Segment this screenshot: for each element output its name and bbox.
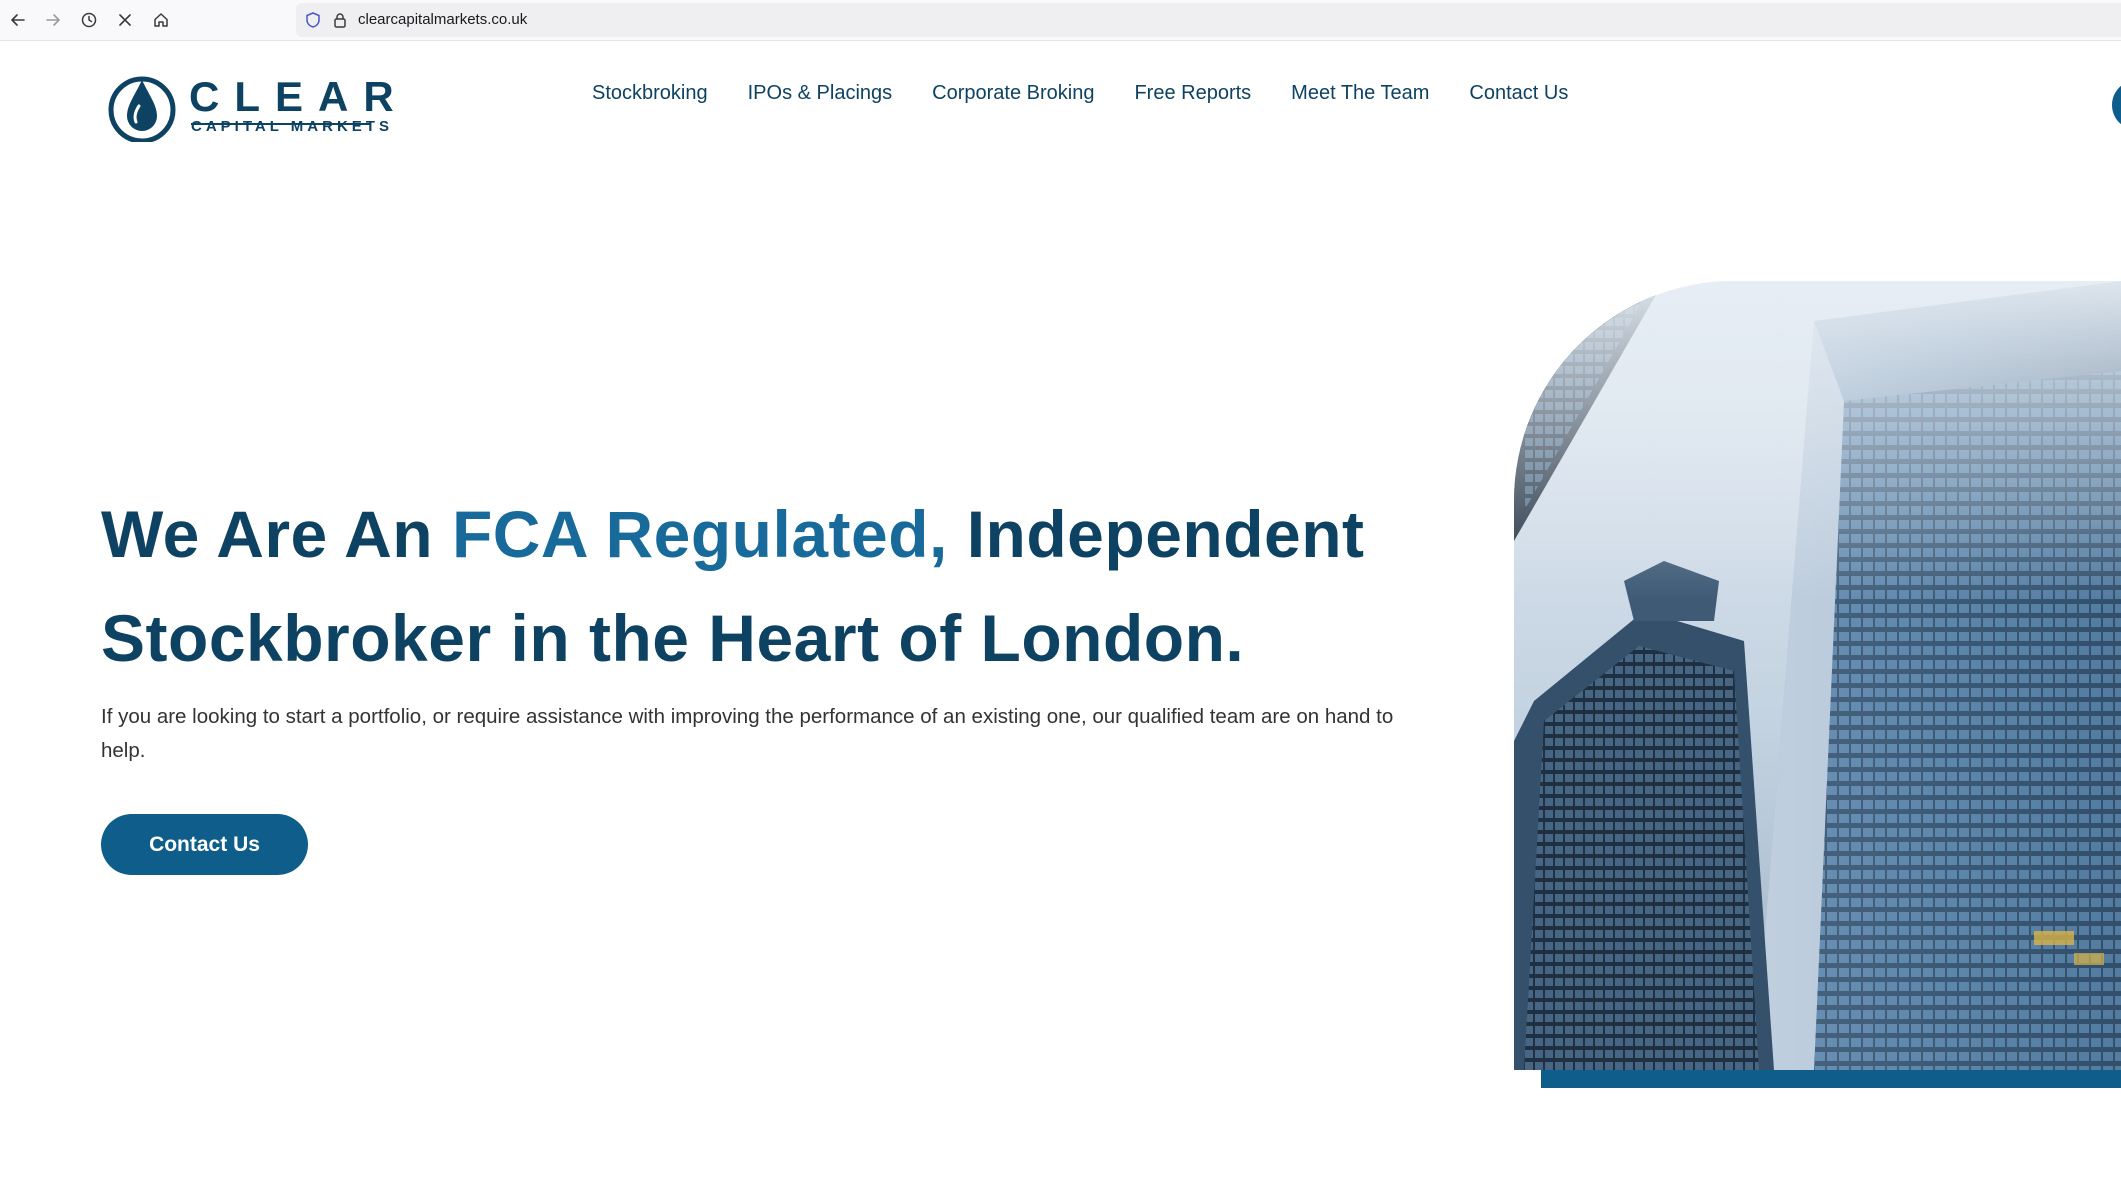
nav-ipos-placings[interactable]: IPOs & Placings (748, 80, 893, 106)
nav-contact-us[interactable]: Contact Us (1469, 80, 1568, 106)
contact-us-button[interactable]: Contact Us (101, 814, 308, 875)
history-icon[interactable] (77, 8, 101, 32)
forward-arrow-icon[interactable] (41, 8, 65, 32)
hero-image-skyscrapers (1514, 281, 2121, 1070)
nav-free-reports[interactable]: Free Reports (1134, 80, 1251, 106)
logo-tagline: CAPITAL MARKETS (191, 118, 393, 135)
nav-corporate-broking[interactable]: Corporate Broking (932, 80, 1094, 106)
address-bar[interactable]: clearcapitalmarkets.co.uk (296, 3, 2121, 37)
water-drop-logo-icon (108, 76, 176, 142)
nav-stockbroking[interactable]: Stockbroking (592, 80, 708, 106)
shield-icon[interactable] (304, 11, 322, 29)
logo-wordmark: CLEAR (189, 73, 409, 120)
home-icon[interactable] (149, 8, 173, 32)
nav-meet-the-team[interactable]: Meet The Team (1291, 80, 1429, 106)
back-arrow-icon[interactable] (6, 8, 30, 32)
hero-heading: We Are An FCA Regulated, Independent Sto… (101, 482, 1521, 690)
lock-icon[interactable] (331, 11, 349, 29)
url-text[interactable]: clearcapitalmarkets.co.uk (358, 11, 527, 29)
hero-heading-part1: We Are An (101, 497, 452, 571)
hero-heading-accent: FCA Regulated, (451, 497, 948, 571)
hero-description: If you are looking to start a portfolio,… (101, 705, 1394, 762)
stop-icon[interactable] (113, 8, 137, 32)
browser-toolbar: clearcapitalmarkets.co.uk (0, 0, 2121, 41)
header-action-button[interactable] (2112, 80, 2121, 130)
main-navigation: Stockbroking IPOs & Placings Corporate B… (592, 80, 1568, 106)
